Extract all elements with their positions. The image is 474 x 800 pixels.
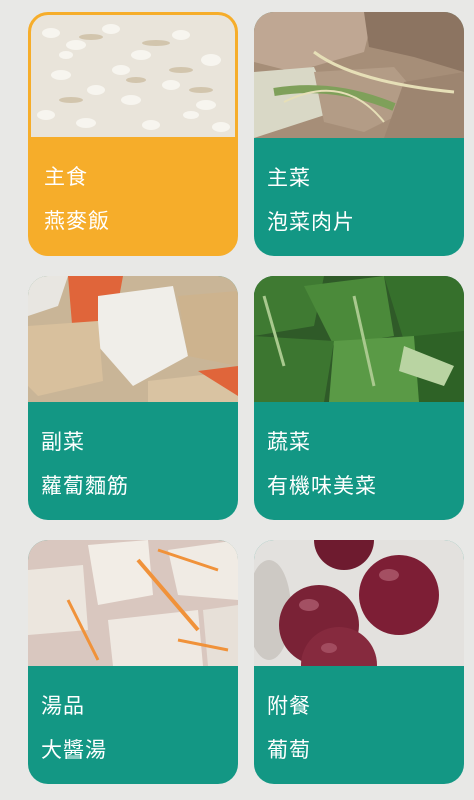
meal-card-info: 湯品 大醬湯 bbox=[28, 666, 238, 784]
meal-dish-name: 蘿蔔麵筋 bbox=[41, 474, 129, 498]
meal-card-info: 主菜 泡菜肉片 bbox=[254, 138, 464, 256]
meal-card-info: 附餐 葡萄 bbox=[254, 666, 464, 784]
meal-card-extra[interactable]: 附餐 葡萄 bbox=[254, 540, 464, 784]
meal-category-label: 副菜 bbox=[41, 430, 85, 454]
meal-card-info: 主食 燕麥飯 bbox=[31, 137, 235, 253]
meal-dish-name: 大醬湯 bbox=[41, 738, 107, 762]
meal-card-vegetable[interactable]: 蔬菜 有機味美菜 bbox=[254, 276, 464, 520]
meal-category-label: 主食 bbox=[44, 165, 88, 189]
meal-card-info: 蔬菜 有機味美菜 bbox=[254, 402, 464, 520]
radish-gluten-photo bbox=[28, 276, 238, 402]
meal-grid: 主食 燕麥飯 主菜 泡菜肉片 副菜 蘿蔔麵筋 蔬菜 有機味美菜 湯品 大醬湯 附… bbox=[0, 0, 474, 800]
meal-category-label: 主菜 bbox=[267, 166, 311, 190]
pork-kimchi-photo bbox=[254, 12, 464, 138]
meal-card-info: 副菜 蘿蔔麵筋 bbox=[28, 402, 238, 520]
meal-dish-name: 有機味美菜 bbox=[267, 474, 377, 498]
tofu-soup-photo bbox=[28, 540, 238, 666]
greens-photo bbox=[254, 276, 464, 402]
meal-category-label: 蔬菜 bbox=[267, 430, 311, 454]
meal-dish-name: 泡菜肉片 bbox=[267, 210, 355, 234]
meal-category-label: 附餐 bbox=[267, 694, 311, 718]
rice-photo bbox=[31, 15, 235, 137]
meal-dish-name: 葡萄 bbox=[267, 738, 311, 762]
meal-category-label: 湯品 bbox=[41, 694, 85, 718]
meal-card-main[interactable]: 主菜 泡菜肉片 bbox=[254, 12, 464, 256]
meal-card-side[interactable]: 副菜 蘿蔔麵筋 bbox=[28, 276, 238, 520]
meal-card-soup[interactable]: 湯品 大醬湯 bbox=[28, 540, 238, 784]
grapes-photo bbox=[254, 540, 464, 666]
meal-card-staple[interactable]: 主食 燕麥飯 bbox=[28, 12, 238, 256]
meal-dish-name: 燕麥飯 bbox=[44, 209, 110, 233]
